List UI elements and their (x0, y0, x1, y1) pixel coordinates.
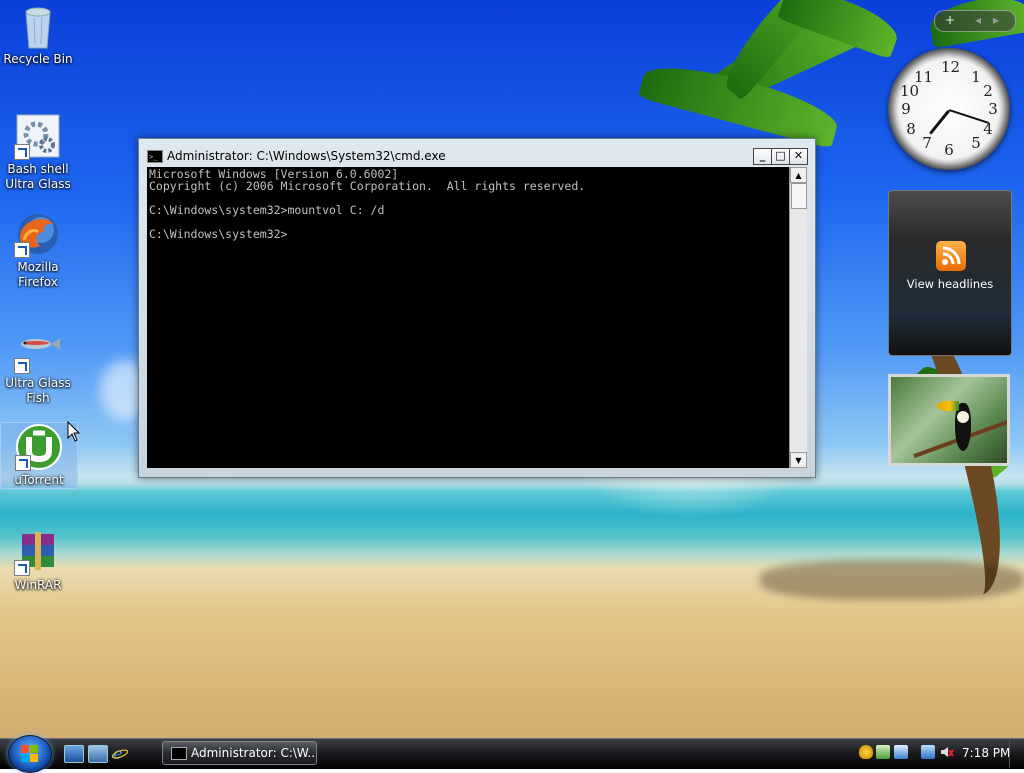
desktop-icon-firefox[interactable]: Mozilla Firefox (0, 210, 76, 290)
window-titlebar[interactable]: Administrator: C:\Windows\System32\cmd.e… (147, 147, 807, 166)
recycle-bin-icon (14, 2, 62, 50)
maximize-button[interactable]: □ (771, 148, 790, 165)
desktop-icon-label: Ultra Glass Fish (5, 376, 71, 405)
scroll-up-arrow-icon[interactable]: ▲ (790, 167, 807, 183)
toucan-photo (937, 401, 959, 411)
taskbar-button-cmd[interactable]: Administrator: C:\W... (162, 741, 317, 765)
show-desktop-button[interactable] (1009, 740, 1024, 768)
action-center-icon[interactable] (894, 745, 908, 759)
security-shield-icon[interactable] (859, 745, 873, 759)
console-text: Microsoft Windows [Version 6.0.6002] Cop… (149, 167, 586, 241)
desktop-icon-ultra-glass-fish[interactable]: Ultra Glass Fish (0, 326, 76, 406)
scrollbar-thumb[interactable] (791, 183, 807, 209)
desktop-icon-winrar[interactable]: WinRAR (0, 528, 76, 593)
console-output[interactable]: Microsoft Windows [Version 6.0.6002] Cop… (147, 167, 789, 468)
sidebar-controls[interactable]: + ◂ ▸ (934, 10, 1016, 32)
slideshow-gadget[interactable] (888, 374, 1010, 466)
internet-explorer-icon[interactable]: e (111, 744, 129, 763)
system-tray: 7:18 PM (850, 740, 1024, 768)
cmd-app-icon (171, 747, 187, 760)
desktop-icon-label: Recycle Bin (3, 52, 73, 66)
clock-gadget[interactable]: 12 1 2 3 4 5 6 7 8 9 10 11 (888, 48, 1010, 170)
add-gadget-button[interactable]: + (945, 12, 955, 28)
taskbar-clock[interactable]: 7:18 PM (962, 746, 1010, 760)
taskbar-button-label: Administrator: C:\W... (191, 746, 317, 760)
gears-icon (14, 112, 62, 160)
close-button[interactable]: ✕ (789, 148, 808, 165)
cmd-window[interactable]: Administrator: C:\Windows\System32\cmd.e… (138, 138, 816, 478)
vertical-scrollbar[interactable]: ▲ ▼ (789, 167, 807, 468)
network-icon[interactable] (921, 745, 935, 759)
next-gadget-icon[interactable]: ▸ (993, 12, 999, 28)
switch-windows-icon[interactable] (88, 745, 108, 763)
windows-flag-icon (21, 745, 39, 763)
shortcut-arrow-icon (14, 144, 30, 160)
shortcut-arrow-icon (15, 455, 31, 471)
desktop-icon-bash-shell[interactable]: Bash shell Ultra Glass (0, 112, 76, 192)
previous-gadget-icon[interactable]: ◂ (975, 12, 981, 28)
window-title: Administrator: C:\Windows\System32\cmd.e… (167, 149, 446, 163)
update-icon[interactable] (876, 745, 890, 759)
firefox-icon (14, 210, 62, 258)
winrar-icon (14, 528, 62, 576)
scroll-down-arrow-icon[interactable]: ▼ (790, 452, 807, 468)
feed-headlines-gadget[interactable]: View headlines (888, 190, 1012, 356)
shortcut-arrow-icon (14, 242, 30, 258)
desktop-icon-label: uTorrent (14, 473, 64, 487)
clock-hour-hand (928, 109, 951, 135)
desktop-icon-label: Mozilla Firefox (17, 260, 59, 289)
volume-muted-icon[interactable] (940, 745, 954, 759)
fish-icon (14, 326, 62, 374)
shortcut-arrow-icon (14, 358, 30, 374)
utorrent-icon (15, 423, 63, 471)
cmd-app-icon (147, 148, 163, 166)
desktop-icon-label: WinRAR (14, 578, 62, 592)
desktop-icon-recycle-bin[interactable]: Recycle Bin (0, 2, 76, 67)
start-button[interactable] (8, 735, 52, 773)
rss-feed-icon (936, 241, 966, 271)
minimize-button[interactable]: _ (753, 148, 772, 165)
desktop-icon-label: Bash shell Ultra Glass (5, 162, 71, 191)
view-headlines-link[interactable]: View headlines (889, 277, 1011, 291)
shortcut-arrow-icon (14, 560, 30, 576)
show-desktop-quicklaunch-icon[interactable] (64, 745, 84, 763)
clock-minute-hand (948, 109, 990, 124)
